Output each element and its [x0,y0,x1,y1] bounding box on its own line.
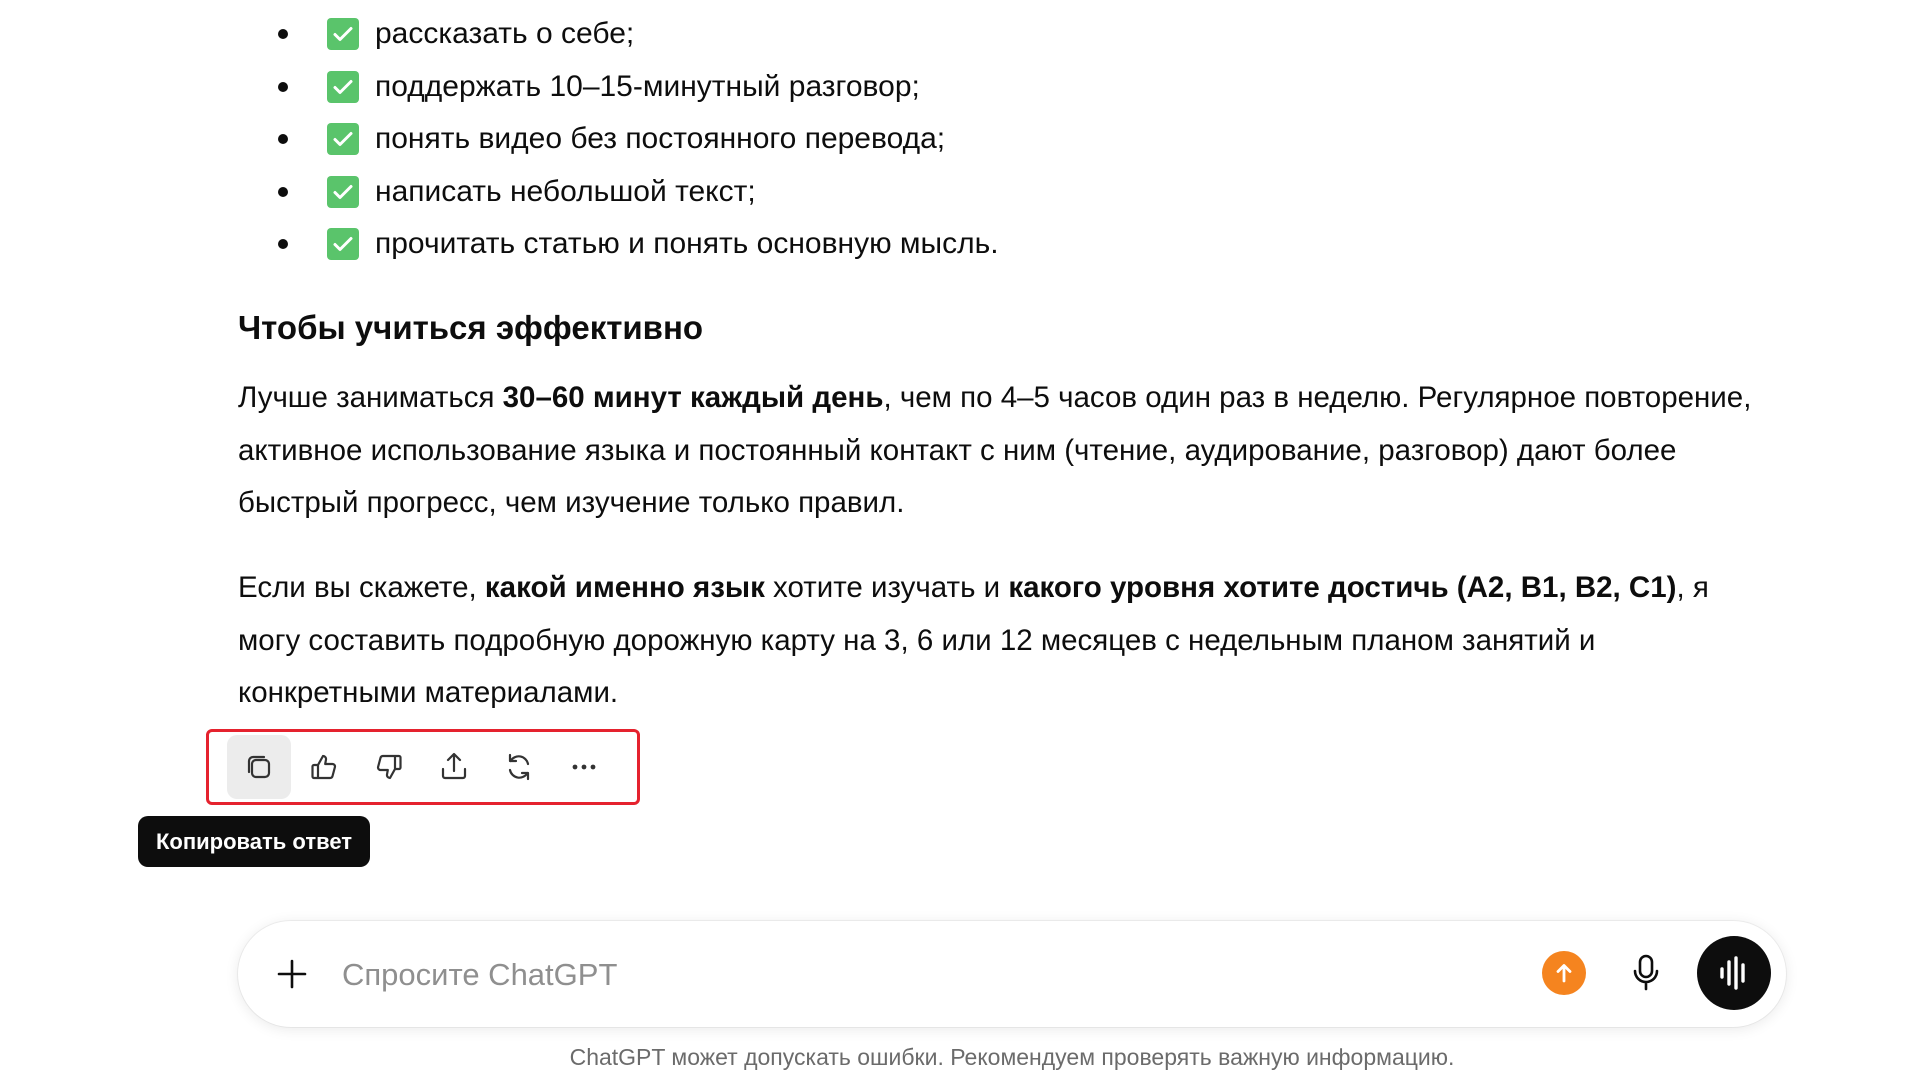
message-actions-bar [206,729,640,805]
list-item-text: поддержать 10–15-минутный разговор; [375,69,920,103]
bullet-dot [278,239,288,250]
bullet-dot [278,134,288,145]
share-icon [441,752,467,780]
list-item-text: рассказать о себе; [375,17,635,51]
paragraph-offer: Если вы скажете, какой именно язык хотит… [238,562,1778,720]
regenerate-icon [508,753,530,781]
microphone-icon [1633,954,1659,991]
dislike-button[interactable] [357,735,421,799]
bold-text: какой именно язык [484,571,765,604]
list-item-text: прочитать статью и понять основную мысль… [375,227,999,261]
thumbs-up-icon [311,754,337,780]
composer [238,921,1786,1027]
text-run: Если вы скажете, [238,571,485,604]
voice-mode-button[interactable] [1697,936,1771,1010]
section-heading: Чтобы учиться эффективно [238,309,704,346]
upgrade-button[interactable] [1542,951,1586,995]
bold-text: 30–60 минут каждый день [502,381,884,414]
share-button[interactable] [422,735,486,799]
copy-tooltip: Копировать ответ [138,816,371,867]
prompt-input[interactable] [340,947,1444,1003]
dictation-button[interactable] [1622,949,1670,997]
arrow-up-icon [1556,964,1572,983]
text-run: Лучше заниматься [238,381,503,414]
regenerate-button[interactable] [487,735,551,799]
more-icon [572,764,596,770]
plus-icon [277,959,307,989]
list-item-text: понять видео без постоянного перевода; [375,122,946,156]
check-mark-icon [327,18,359,51]
check-mark-icon [327,70,359,103]
bullet-dot [278,29,288,40]
add-attachment-button[interactable] [268,950,316,998]
paragraph-study-tips: Лучше заниматься 30–60 минут каждый день… [238,372,1778,530]
more-options-button[interactable] [552,735,616,799]
thumbs-down-icon [376,754,402,780]
check-mark-icon [327,123,359,156]
bold-text: какого уровня хотите достичь (A2, B1, B2… [1008,571,1677,604]
copy-icon [247,755,271,779]
voice-waveform-icon [1720,956,1745,990]
check-mark-icon [327,228,359,261]
like-button[interactable] [292,735,356,799]
check-mark-icon [327,175,359,208]
bullet-dot [278,81,288,92]
disclaimer-text: ChatGPT может допускать ошибки. Рекоменд… [569,1044,1455,1070]
copy-button[interactable] [227,735,291,799]
text-run: хотите изучать и [764,571,1009,604]
list-item-text: написать небольшой текст; [375,174,756,208]
bullet-dot [278,186,288,197]
